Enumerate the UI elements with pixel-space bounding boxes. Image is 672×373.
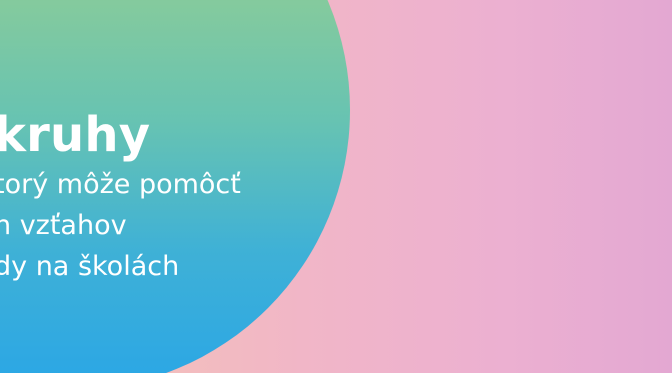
- banner-line-1: torý môže pomôcť: [0, 169, 241, 200]
- banner-text: kruhy torý môže pomôcť n vzťahov dy na š…: [0, 111, 241, 294]
- banner-line-2: n vzťahov: [0, 210, 127, 241]
- banner-line-3: dy na školách: [0, 251, 180, 282]
- banner: kruhy torý môže pomôcť n vzťahov dy na š…: [0, 0, 672, 373]
- banner-title: kruhy: [0, 107, 151, 163]
